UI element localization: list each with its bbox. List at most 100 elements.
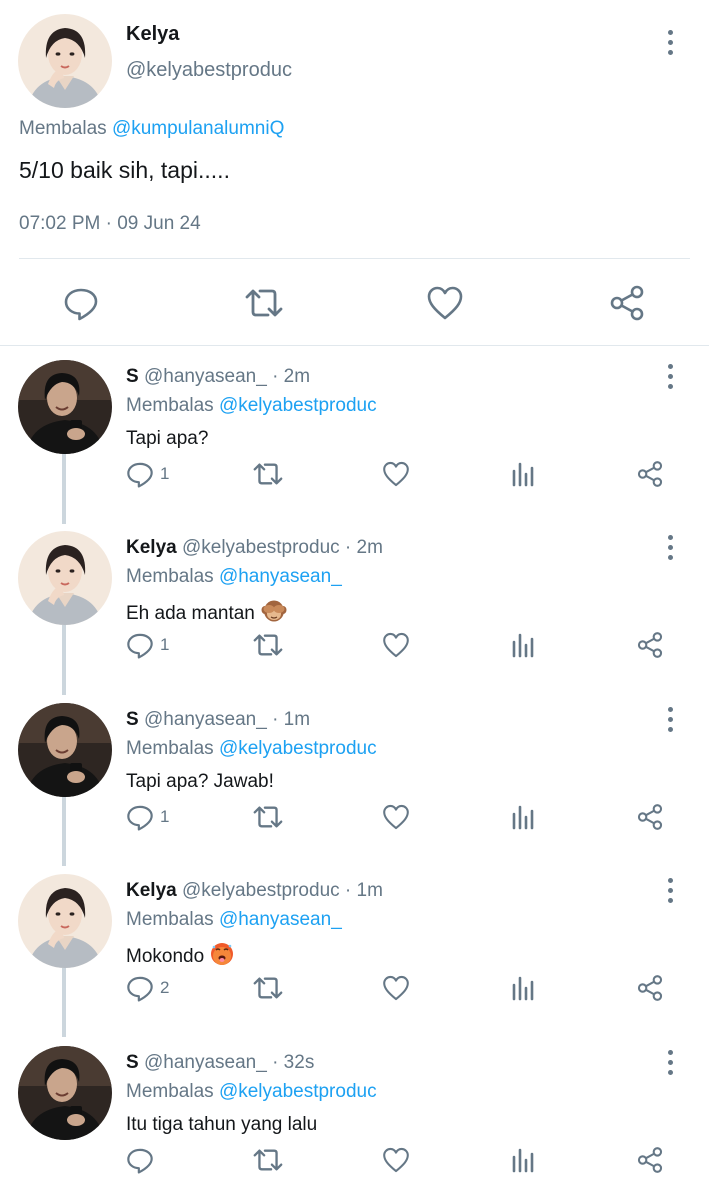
- avatar[interactable]: [18, 1046, 112, 1140]
- share-button[interactable]: [636, 458, 664, 490]
- more-options-icon[interactable]: [660, 30, 680, 55]
- like-icon: [383, 975, 409, 1001]
- reply-mention-link[interactable]: @kumpulanalumniQ: [112, 118, 284, 139]
- reply-tweet[interactable]: Kelya @kelyabestproduc · 2m Membalas @ha…: [0, 519, 709, 690]
- reply-count: 1: [160, 635, 170, 654]
- share-icon: [637, 804, 663, 830]
- reply-button[interactable]: 1: [126, 458, 169, 490]
- like-icon: [427, 286, 463, 320]
- like-button[interactable]: [425, 283, 465, 323]
- views-button[interactable]: [510, 1144, 536, 1176]
- reply-tweet[interactable]: S @hanyasean_ · 1m Membalas @kelyabestpr…: [0, 691, 709, 862]
- tweet-actions: 1: [126, 629, 686, 661]
- author-name[interactable]: Kelya: [126, 537, 177, 558]
- tweet-timestamp[interactable]: 07:02 PM · 09 Jun 24: [19, 213, 201, 235]
- reply-tweet[interactable]: Kelya @kelyabestproduc · 1m Membalas @ha…: [0, 862, 709, 1033]
- share-icon: [610, 285, 644, 321]
- author-handle[interactable]: @kelyabestproduc: [126, 59, 292, 82]
- more-options-icon[interactable]: [660, 535, 680, 560]
- reply-tweet[interactable]: S @hanyasean_ · 32s Membalas @kelyabestp…: [0, 1034, 709, 1200]
- avatar[interactable]: [18, 531, 112, 625]
- retweet-icon: [245, 289, 283, 317]
- author-handle[interactable]: @hanyasean_: [144, 709, 267, 730]
- reply-prefix: Membalas: [126, 395, 214, 416]
- reply-count: 1: [160, 464, 170, 483]
- author-name[interactable]: Kelya: [126, 880, 177, 901]
- retweet-button[interactable]: [252, 801, 284, 833]
- reply-context: Membalas @kumpulanalumniQ: [19, 118, 284, 140]
- emoji-slot: [261, 599, 287, 629]
- like-button[interactable]: [382, 458, 410, 490]
- reply-context: Membalas @hanyasean_: [126, 566, 342, 588]
- tweet-text: Mokondo: [126, 942, 234, 972]
- reply-count: 1: [160, 807, 170, 826]
- retweet-button[interactable]: [244, 283, 284, 323]
- reply-button[interactable]: 1: [126, 629, 169, 661]
- reply-mention-link[interactable]: @kelyabestproduc: [219, 1081, 377, 1102]
- tweet-text-content: Tapi apa?: [126, 428, 209, 449]
- views-button[interactable]: [510, 801, 536, 833]
- retweet-icon: [253, 977, 283, 999]
- like-button[interactable]: [382, 1144, 410, 1176]
- retweet-button[interactable]: [252, 458, 284, 490]
- more-options-icon[interactable]: [660, 364, 680, 389]
- like-button[interactable]: [382, 629, 410, 661]
- share-button[interactable]: [636, 972, 664, 1004]
- views-button[interactable]: [510, 972, 536, 1004]
- reply-header: S @hanyasean_ · 1m: [126, 709, 310, 731]
- avatar[interactable]: [18, 360, 112, 454]
- reply-button[interactable]: 2: [126, 972, 169, 1004]
- reply-prefix: Membalas: [126, 909, 214, 930]
- author-name[interactable]: S: [126, 1052, 139, 1073]
- retweet-button[interactable]: [252, 629, 284, 661]
- like-button[interactable]: [382, 972, 410, 1004]
- share-button[interactable]: [636, 1144, 664, 1176]
- reply-icon: [127, 1148, 153, 1174]
- author-name[interactable]: Kelya: [126, 23, 179, 46]
- see-no-evil-monkey-icon: [261, 600, 287, 622]
- more-options-icon[interactable]: [660, 1050, 680, 1075]
- views-button[interactable]: [510, 629, 536, 661]
- tweet-text: Itu tiga tahun yang lalu: [126, 1114, 317, 1136]
- relative-time: · 1m: [272, 709, 311, 730]
- tweet-actions: [126, 1144, 686, 1176]
- reply-mention-link[interactable]: @hanyasean_: [219, 909, 342, 930]
- share-icon: [637, 461, 663, 487]
- retweet-button[interactable]: [252, 1144, 284, 1176]
- views-button[interactable]: [510, 458, 536, 490]
- reply-count: 2: [160, 978, 170, 997]
- relative-time: · 1m: [344, 880, 383, 901]
- more-options-icon[interactable]: [660, 707, 680, 732]
- share-button[interactable]: [607, 283, 647, 323]
- reply-button[interactable]: [126, 1144, 160, 1176]
- share-icon: [637, 632, 663, 658]
- author-handle[interactable]: @kelyabestproduc: [182, 537, 340, 558]
- like-button[interactable]: [382, 801, 410, 833]
- reply-header: S @hanyasean_ · 2m: [126, 366, 310, 388]
- author-name[interactable]: S: [126, 709, 139, 730]
- reply-mention-link[interactable]: @kelyabestproduc: [219, 738, 377, 759]
- reply-tweet[interactable]: S @hanyasean_ · 2m Membalas @kelyabestpr…: [0, 348, 709, 519]
- reply-button[interactable]: 1: [126, 801, 169, 833]
- avatar[interactable]: [18, 874, 112, 968]
- reply-button[interactable]: [61, 283, 101, 323]
- avatar[interactable]: [18, 14, 112, 108]
- share-button[interactable]: [636, 801, 664, 833]
- reply-context: Membalas @kelyabestproduc: [126, 738, 377, 760]
- avatar[interactable]: [18, 703, 112, 797]
- reply-prefix: Membalas: [19, 118, 107, 139]
- share-button[interactable]: [636, 629, 664, 661]
- reply-mention-link[interactable]: @kelyabestproduc: [219, 395, 377, 416]
- more-options-icon[interactable]: [660, 878, 680, 903]
- author-handle[interactable]: @hanyasean_: [144, 1052, 267, 1073]
- retweet-icon: [253, 1149, 283, 1171]
- tweet-actions: 2: [126, 972, 686, 1004]
- author-name[interactable]: S: [126, 366, 139, 387]
- tweet-actions: 1: [126, 458, 686, 490]
- author-handle[interactable]: @hanyasean_: [144, 366, 267, 387]
- author-handle[interactable]: @kelyabestproduc: [182, 880, 340, 901]
- analytics-icon: [512, 805, 534, 830]
- retweet-button[interactable]: [252, 972, 284, 1004]
- reply-mention-link[interactable]: @hanyasean_: [219, 566, 342, 587]
- reply-context: Membalas @kelyabestproduc: [126, 1081, 377, 1103]
